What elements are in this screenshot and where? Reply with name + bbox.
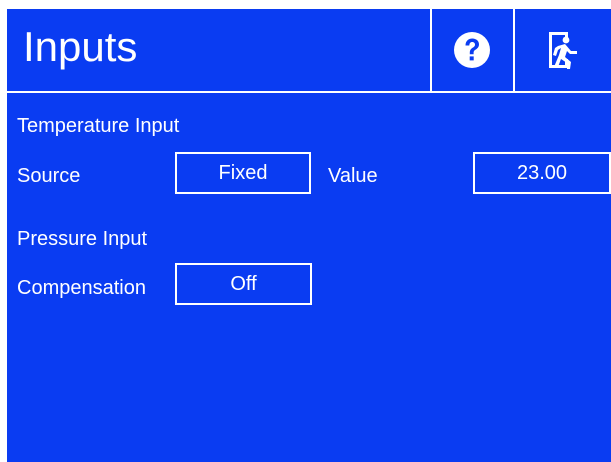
help-icon [454, 32, 490, 68]
page-title: Inputs [23, 23, 138, 70]
compensation-field[interactable]: Off [175, 263, 312, 305]
exit-button[interactable] [513, 9, 611, 91]
pressure-section-heading: Pressure Input [17, 228, 148, 250]
temperature-section-heading: Temperature Input [17, 115, 180, 137]
compensation-label: Compensation [17, 277, 146, 299]
value-label: Value [328, 165, 378, 187]
source-label: Source [17, 165, 81, 187]
temperature-value-field[interactable]: 23.00 [473, 152, 611, 194]
help-button[interactable] [430, 9, 512, 91]
title-bar: Inputs [7, 9, 611, 91]
exit-icon [549, 32, 577, 69]
inputs-screen: Inputs Temperature Input Source Fixed Va… [7, 9, 611, 462]
title-divider [7, 91, 611, 93]
source-field[interactable]: Fixed [175, 152, 311, 194]
